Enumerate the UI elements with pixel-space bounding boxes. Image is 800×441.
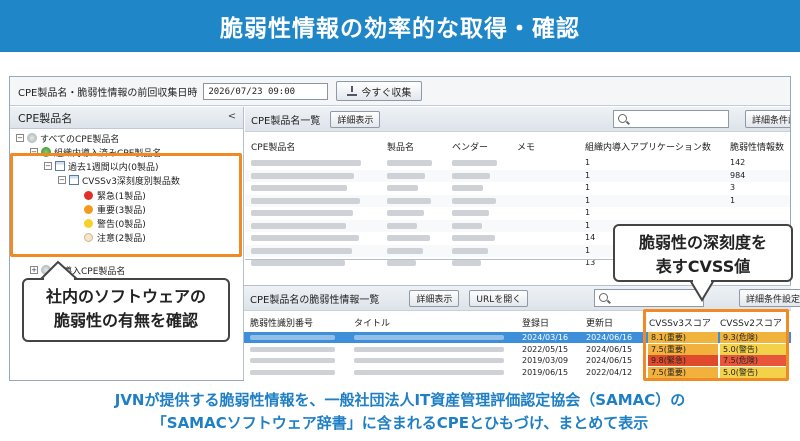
caption-line-2: 「SAMACソフトウェア辞書」に含まれるCPEとひもづけ、まとめて表示 [151,414,649,432]
caption: JVNが提供する脆弱性情報を、一般社団法人IT資産管理評価認定協会（SAMAC）… [0,389,800,435]
caption-line-1: JVNが提供する脆弱性情報を、一般社団法人IT資産管理評価認定協会（SAMAC）… [114,391,686,409]
